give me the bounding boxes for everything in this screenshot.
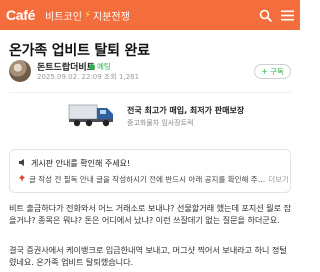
pin-icon (18, 174, 26, 185)
top-bar: Café 비트코인 ⚡ 지분전쟁 (0, 0, 300, 30)
paragraph-line: 결국 증권사에서 케이뱅크로 입금한내역 보내고, 머그샷 찍어서 보내라고 하… (9, 245, 287, 255)
follow-button[interactable]: + 구독 (254, 64, 291, 79)
paragraph-line: 비트 출금하다가 전화와서 어느 거래소로 보내냐? 선물할거래 했는데 포지션… (9, 203, 291, 213)
notice-box[interactable]: 게시판 안내를 확인해 주세요! 글 작성 전 필독 안내 글을 작성하시기 전… (9, 149, 291, 193)
post-paragraph: 결국 증권사에서 케이뱅크로 입금한내역 보내고, 머그샷 찍어서 보내라고 하… (9, 245, 291, 268)
grade-label: 예팅 (97, 62, 111, 71)
ad-banner[interactable]: 전국 최고가 매입, 최저가 판매보장 중고화물차 임사장트럭 (67, 97, 244, 133)
cafe-logo[interactable]: Café (6, 7, 35, 23)
speaker-icon (18, 158, 27, 169)
post-meta: 2025.09.02. 22:09 조회 1,261 (37, 73, 140, 81)
post-title: 온가족 업비트 탈퇴 완료 (9, 43, 150, 59)
search-icon[interactable] (259, 9, 272, 22)
notice-body-row: 글 작성 전 필독 안내 글을 작성하시기 전에 반드시 아래 공지를 확인해 … (18, 174, 289, 185)
ad-title: 전국 최고가 매입, 최저가 판매보장 (127, 106, 245, 115)
ad-subtitle: 중고화물차 임사장트럭 (127, 119, 194, 127)
grade-icon (89, 63, 95, 70)
bolt-icon: ⚡ (83, 9, 91, 21)
paragraph-line: 을거냐? 종목은 뭐냐? 돈은 어디에서 났냐? 이런 쓰잘데기 없는 질문을 … (9, 214, 280, 225)
notice-body: 글 작성 전 필독 안내 글을 작성하시기 전에 반드시 아래 공지를 확인해 … (29, 175, 266, 184)
notice-title: 게시판 안내를 확인해 주세요! (31, 159, 131, 168)
member-grade-badge: 예팅 (89, 61, 111, 72)
cafe-name-part1: 비트코인 (45, 11, 82, 23)
post-paragraph: 비트 출금하다가 전화와서 어느 거래소로 보내냐? 선물할거래 했는데 포지션… (9, 203, 291, 226)
menu-icon[interactable] (281, 10, 294, 21)
paragraph-line: 렸네요. 온가족 업비트 탈퇴했습니다. (9, 256, 134, 267)
avatar[interactable] (9, 60, 31, 82)
author-section: 돈트드랍더비트 예팅 2025.09.02. 22:09 조회 1,261 + … (9, 60, 291, 88)
cafe-name[interactable]: 비트코인 ⚡ 지분전쟁 (45, 8, 130, 23)
notice-more-link[interactable]: 더보기 (268, 174, 289, 185)
cafe-name-part2: 지분전쟁 (93, 11, 130, 23)
truck-icon (68, 104, 113, 127)
divider (9, 92, 291, 93)
notice-title-row: 게시판 안내를 확인해 주세요! (18, 158, 130, 169)
